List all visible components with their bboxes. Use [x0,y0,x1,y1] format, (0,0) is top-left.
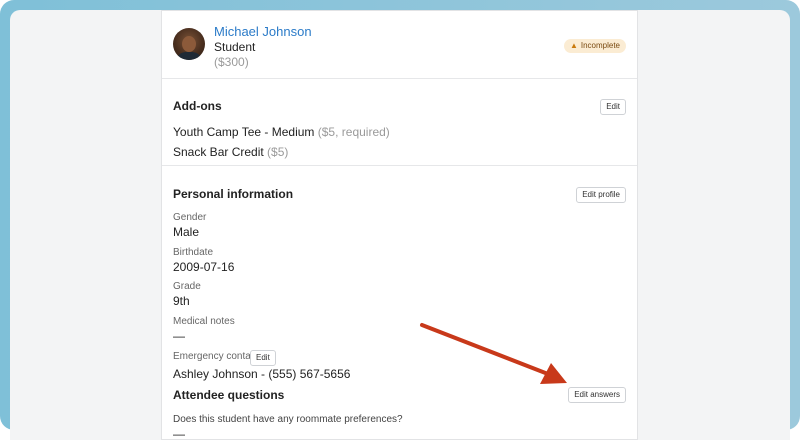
attendee-header: Michael Johnson Student ($300) ▲ Incomple… [162,11,637,79]
addon-item-label: Snack Bar Credit [173,145,264,159]
addon-item-label: Youth Camp Tee - Medium [173,125,315,139]
personal-info-section: Personal information Edit profile Gender… [162,166,637,440]
registration-card: Michael Johnson Student ($300) ▲ Incomple… [161,10,638,440]
addon-item: Snack Bar Credit ($5) [173,145,288,159]
birthdate-value: 2009-07-16 [173,260,235,274]
medical-notes-label: Medical notes [173,316,235,327]
screenshot-frame: Michael Johnson Student ($300) ▲ Incomple… [0,0,800,440]
personal-info-title: Personal information [173,187,294,201]
emergency-contact-value: Ashley Johnson - (555) 567-5656 [173,367,351,381]
grade-label: Grade [173,281,201,292]
addons-edit-button[interactable]: Edit [600,99,626,115]
addons-title: Add-ons [173,99,222,113]
addon-item-detail: ($5, required) [317,125,390,139]
gender-value: Male [173,225,200,239]
attendee-role: Student [214,40,256,54]
roommate-answer: — [173,427,185,440]
edit-answers-button[interactable]: Edit answers [568,387,626,403]
status-badge: ▲ Incomplete [563,39,626,53]
addons-section: Add-ons Edit Youth Camp Tee - Medium ($5… [162,79,637,166]
avatar-shirt [176,52,202,60]
attendee-questions-title: Attendee questions [173,388,285,402]
roommate-question: Does this student have any roommate pref… [173,414,403,425]
status-badge-label: Incomplete [580,41,620,50]
warning-icon: ▲ [569,41,578,50]
emergency-contact-label: Emergency contact [173,351,259,362]
emergency-contact-edit-button[interactable]: Edit [250,350,276,366]
edit-profile-button[interactable]: Edit profile [576,187,626,203]
avatar [173,28,205,60]
avatar-face [182,36,196,52]
addon-item-detail: ($5) [267,145,289,159]
gender-label: Gender [173,212,207,223]
addon-item: Youth Camp Tee - Medium ($5, required) [173,125,390,139]
medical-notes-value: — [173,329,185,343]
attendee-name-link[interactable]: Michael Johnson [214,24,312,39]
grade-value: 9th [173,294,190,308]
attendee-price: ($300) [214,55,249,69]
browser-viewport: Michael Johnson Student ($300) ▲ Incomple… [10,10,790,440]
birthdate-label: Birthdate [173,247,214,258]
